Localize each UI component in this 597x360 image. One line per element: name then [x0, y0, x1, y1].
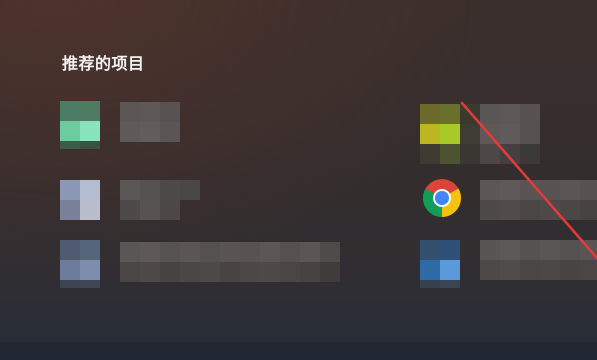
- blurred-app-icon-slate: [60, 240, 100, 300]
- blurred-item-text: [120, 102, 180, 142]
- blurred-app-icon-blue: [420, 240, 460, 300]
- section-title: 推荐的项目: [62, 54, 145, 73]
- start-menu-recommended-panel: 推荐的项目: [0, 0, 597, 342]
- blurred-app-icon-gray-blue: [60, 180, 100, 220]
- recommended-item-1[interactable]: [56, 98, 196, 150]
- taskbar: [0, 342, 597, 360]
- blurred-item-text: [480, 240, 597, 280]
- chrome-icon: [423, 179, 461, 217]
- blurred-app-icon-green: [60, 101, 100, 161]
- blurred-item-text: [480, 104, 540, 164]
- blurred-item-text: [480, 180, 597, 220]
- blurred-item-text: [120, 180, 200, 220]
- recommended-item-6[interactable]: [414, 234, 597, 288]
- blurred-item-text: [120, 242, 340, 282]
- recommended-item-2[interactable]: [414, 98, 554, 164]
- blurred-app-icon-olive: [420, 104, 480, 164]
- recommended-item-5[interactable]: [56, 234, 356, 288]
- recommended-item-3[interactable]: [56, 174, 216, 226]
